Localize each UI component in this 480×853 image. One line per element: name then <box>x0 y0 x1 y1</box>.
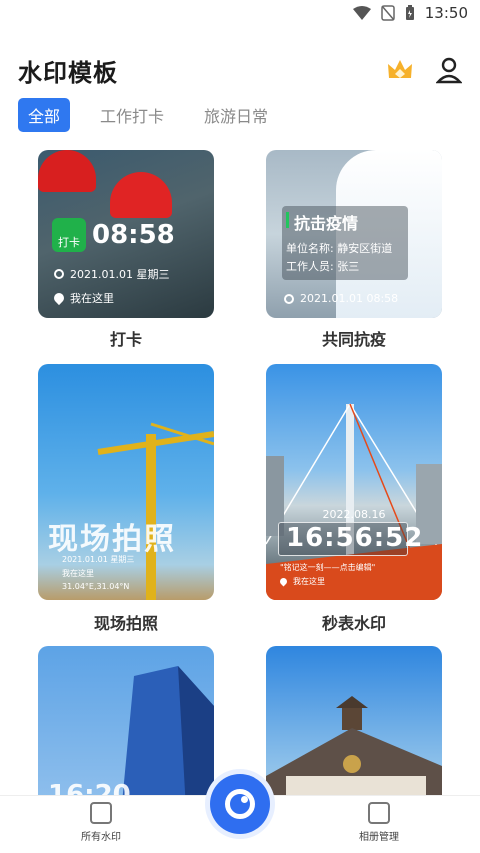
location-pin-icon <box>51 290 67 306</box>
nav-all-watermarks-label: 所有水印 <box>81 832 121 843</box>
nav-album-management[interactable]: 相册管理 <box>334 802 424 843</box>
template-card-stopwatch[interactable]: 2022.08.16 16:56:52 "铭记这一刻——点击编辑" 我在这里 <box>266 364 442 600</box>
template-card-site-photo[interactable]: 现场拍照 2021.01.01 星期三 我在这里 31.04°E,31.04°N <box>38 364 214 600</box>
worker-helmet-left <box>38 150 96 192</box>
template-card-checkin[interactable]: 打卡 08:58 2021.01.01 星期三 我在这里 <box>38 150 214 318</box>
checkin-date: 2021.01.01 星期三 <box>70 268 170 281</box>
caption-anti-epidemic: 共同抗疫 <box>321 330 386 349</box>
bottom-nav: 所有水印 相册管理 <box>0 774 480 853</box>
clock-icon <box>54 269 64 279</box>
epidemic-title-bar <box>286 212 289 228</box>
clock-icon <box>284 293 294 304</box>
camera-button[interactable] <box>210 774 270 834</box>
nav-album-management-label: 相册管理 <box>359 832 399 843</box>
category-tabs: 全部 工作打卡 旅游日常 <box>18 98 278 132</box>
stopwatch-date: 2022.08.16 <box>322 508 386 521</box>
stopwatch-location-row: 我在这里 <box>278 576 325 587</box>
tab-all[interactable]: 全部 <box>18 98 71 132</box>
site-photo-date: 2021.01.01 星期三 <box>62 555 135 564</box>
stopwatch-note: "铭记这一刻——点击编辑" <box>280 563 376 572</box>
template-card-building[interactable]: 16:20 <box>38 646 214 795</box>
nav-all-watermarks[interactable]: 所有水印 <box>56 802 146 843</box>
page-title: 水印模板 <box>18 58 118 87</box>
user-icon[interactable] <box>436 56 462 84</box>
worker-helmet-right <box>110 172 172 218</box>
epidemic-datetime: 2021.01.01 08:58 <box>300 292 399 305</box>
epidemic-info-panel: 抗击疫情 单位名称: 静安区街道 工作人员: 张三 <box>282 206 408 280</box>
checkin-date-row: 2021.01.01 星期三 <box>54 266 169 282</box>
tab-travel-daily[interactable]: 旅游日常 <box>194 98 278 132</box>
no-sim-icon <box>381 5 395 21</box>
checkin-time: 08:58 <box>92 220 175 250</box>
caption-site-photo: 现场拍照 <box>93 614 158 633</box>
caption-stopwatch: 秒表水印 <box>321 614 386 633</box>
site-photo-overlay-text: 现场拍照 <box>48 522 176 557</box>
crown-icon[interactable] <box>386 58 414 82</box>
battery-icon <box>405 5 414 20</box>
album-icon <box>368 802 390 824</box>
tab-work-checkin[interactable]: 工作打卡 <box>90 98 174 132</box>
checkin-location-row: 我在这里 <box>51 290 114 306</box>
site-photo-location: 我在这里 <box>62 569 94 578</box>
caption-checkin: 打卡 <box>109 330 142 349</box>
stopwatch-location: 我在这里 <box>293 577 325 586</box>
checkin-location: 我在这里 <box>70 292 114 305</box>
app-header: 水印模板 <box>18 50 462 90</box>
template-card-chalet[interactable] <box>266 646 442 795</box>
site-photo-coords: 31.04°E,31.04°N <box>62 582 130 591</box>
status-time: 13:50 <box>424 4 468 22</box>
stopwatch-time: 16:56:52 <box>286 523 424 553</box>
image-icon <box>90 802 112 824</box>
template-card-anti-epidemic[interactable]: 抗击疫情 单位名称: 静安区街道 工作人员: 张三 2021.01.01 08:… <box>266 150 442 318</box>
building-time: 16:20 <box>48 780 131 795</box>
wifi-icon <box>352 6 371 20</box>
location-pin-icon <box>278 576 289 587</box>
epidemic-datetime-row: 2021.01.01 08:58 <box>284 292 398 305</box>
chalet-graphic <box>266 696 442 795</box>
checkin-badge: 打卡 <box>52 218 86 252</box>
skyscraper-graphic <box>122 666 214 795</box>
status-bar: 13:50 <box>0 0 480 28</box>
epidemic-title: 抗击疫情 <box>294 214 359 233</box>
shutter-icon <box>225 789 255 819</box>
template-grid[interactable]: 打卡 08:58 2021.01.01 星期三 我在这里 打卡 抗击疫情 单位名… <box>0 150 480 795</box>
epidemic-staff: 工作人员: 张三 <box>286 260 360 273</box>
epidemic-unit: 单位名称: 静安区街道 <box>286 242 393 255</box>
